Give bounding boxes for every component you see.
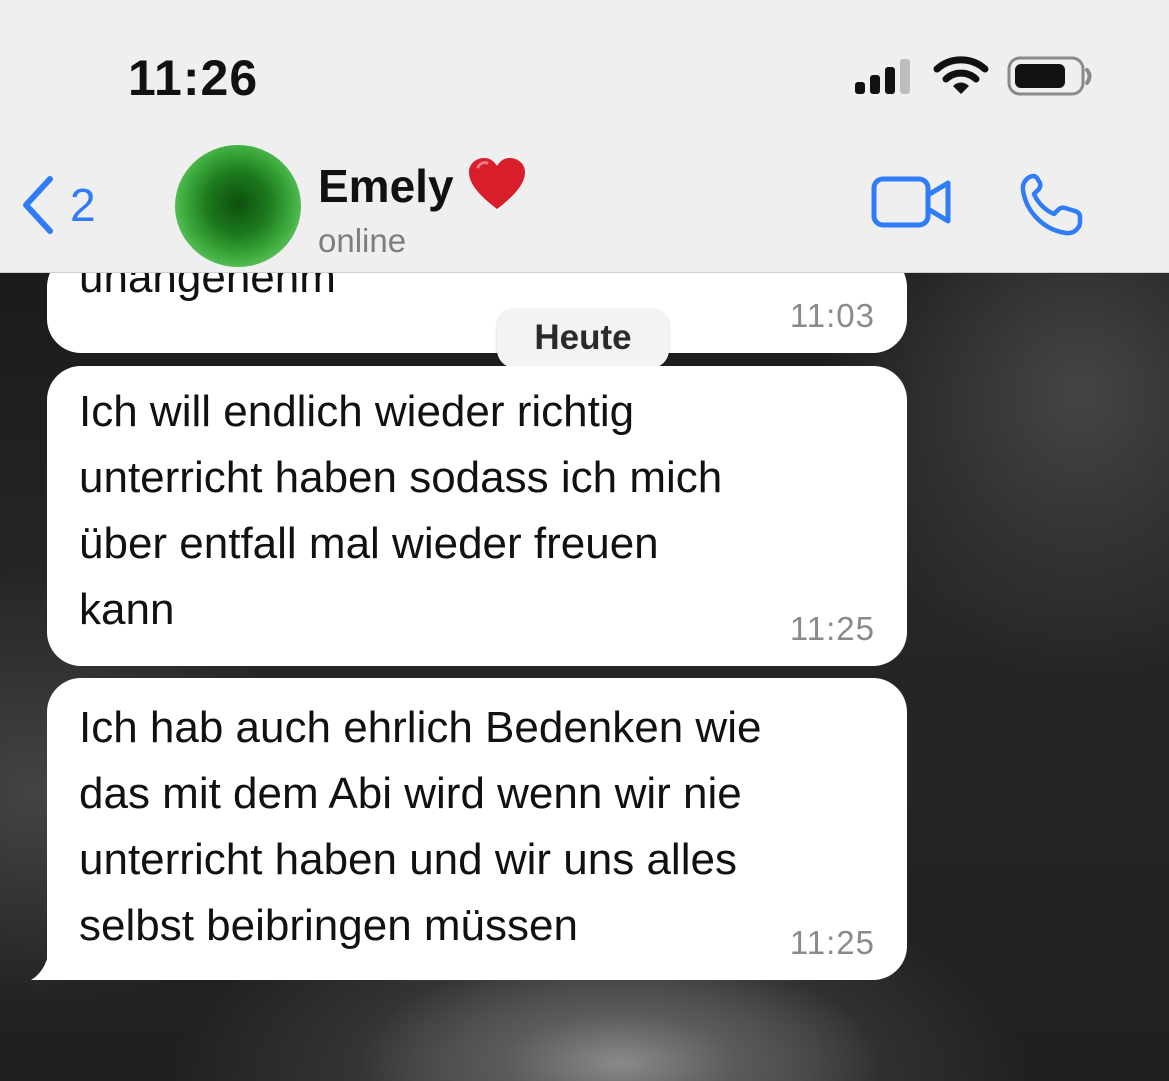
status-bar: 11:26 <box>0 0 1169 130</box>
message-time: 11:25 <box>789 924 875 961</box>
unread-count: 2 <box>70 179 96 231</box>
message-bubble[interactable]: Ich will endlich wieder richtig unterric… <box>47 366 907 666</box>
contact-name: Emely <box>318 160 454 212</box>
battery-icon <box>1007 56 1092 96</box>
contact-status: online <box>318 222 407 259</box>
wifi-icon <box>933 56 989 94</box>
chat-screen: 11:26 2 Emely online unangenehm 11:03 He… <box>0 0 1169 1081</box>
message-text: Ich will endlich wieder richtig unterric… <box>79 387 723 634</box>
chat-header: 2 Emely online <box>0 130 1169 273</box>
message-text: unangenehm <box>79 273 336 302</box>
chat-area[interactable]: unangenehm 11:03 Heute Ich will endlich … <box>0 273 1169 1081</box>
message-time: 11:25 <box>789 610 875 647</box>
status-time: 11:26 <box>128 50 259 106</box>
bubble-tail <box>31 925 68 980</box>
red-heart-icon <box>468 158 525 209</box>
date-separator: Heute <box>497 308 669 368</box>
phone-icon[interactable] <box>1018 172 1088 238</box>
contact-info[interactable]: Emely online <box>318 155 718 265</box>
message-bubble[interactable]: Ich hab auch ehrlich Bedenken wie das mi… <box>47 678 907 980</box>
cellular-signal-icon <box>855 59 910 94</box>
video-camera-icon[interactable] <box>870 175 954 231</box>
message-text: Ich hab auch ehrlich Bedenken wie das mi… <box>79 703 762 950</box>
message-time: 11:03 <box>789 297 875 334</box>
back-button[interactable]: 2 <box>20 170 130 240</box>
chevron-left-icon <box>23 176 53 234</box>
avatar[interactable] <box>175 145 301 267</box>
contact-name-row: Emely <box>318 155 718 217</box>
message-bubble[interactable]: unangenehm 11:03 <box>47 273 907 353</box>
